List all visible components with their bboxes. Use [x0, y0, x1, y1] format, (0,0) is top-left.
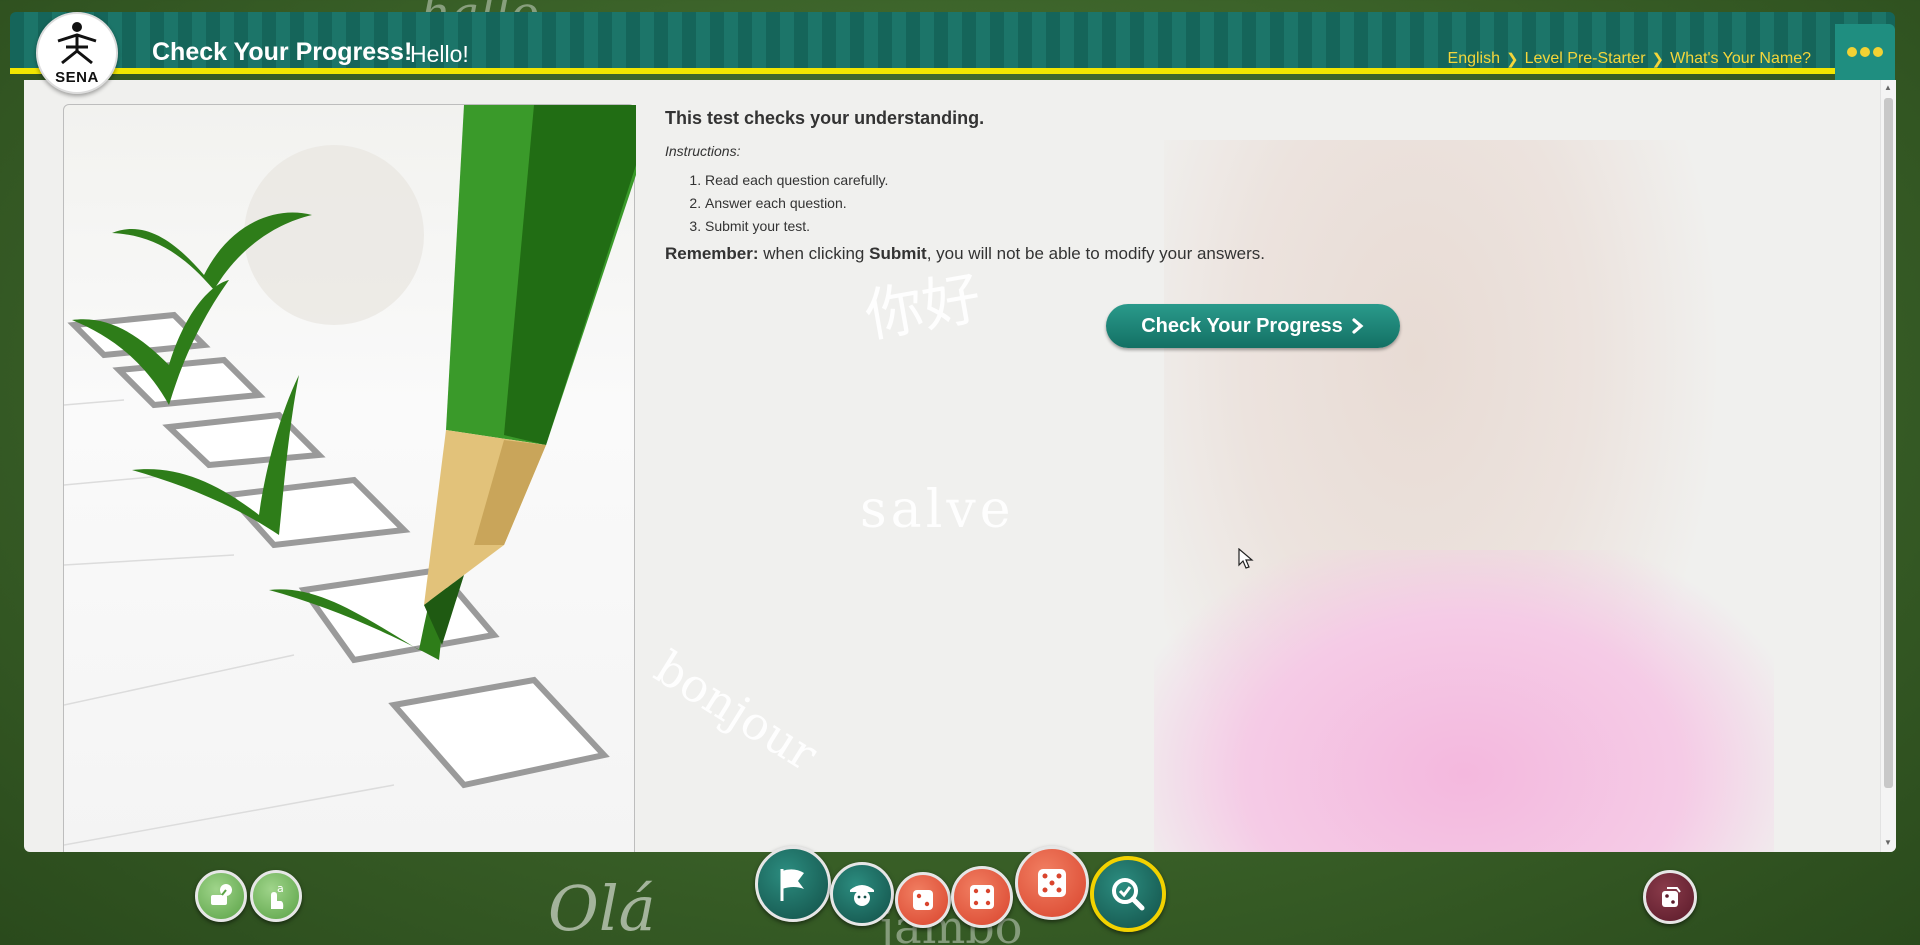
scroll-down-icon[interactable]: ▼	[1884, 838, 1892, 847]
watermark-word-nihao: 你好	[859, 263, 986, 351]
dice-box-icon	[1662, 887, 1681, 907]
dot-icon	[1847, 47, 1857, 57]
sena-logo: SENA	[36, 12, 118, 94]
flag-button[interactable]	[755, 846, 831, 922]
instruction-step: Answer each question.	[705, 192, 1465, 215]
remember-submit-word: Submit	[869, 244, 927, 263]
mouse-cursor-icon	[1238, 548, 1254, 569]
chevron-right-icon: ❯	[1506, 51, 1519, 68]
chevron-right-icon	[1352, 318, 1364, 334]
dot-icon	[1873, 47, 1883, 57]
chalk-word-ola: Olá	[548, 872, 656, 945]
logo-text: SENA	[55, 68, 99, 86]
dice-icon	[1038, 869, 1066, 897]
instructions-label: Instructions:	[665, 143, 741, 159]
student-icon	[850, 885, 874, 906]
scrollbar-thumb[interactable]	[1884, 98, 1893, 788]
scroll-up-icon[interactable]: ▲	[1884, 83, 1892, 92]
watermark-word-bonjour: bonjour	[645, 640, 827, 782]
flag-icon	[780, 869, 804, 901]
chevron-right-icon: ❯	[1651, 51, 1665, 68]
svg-text:a: a	[277, 882, 284, 895]
app-header: Check Your Progress! Hello! English ❯ Le…	[10, 12, 1895, 80]
content-panel: 你好 salve bonjour This test checks your u…	[24, 80, 1896, 852]
student-button[interactable]	[830, 862, 894, 926]
instructions-section: This test checks your understanding. Ins…	[665, 108, 1465, 264]
progress-search-icon	[1112, 878, 1145, 911]
breadcrumb-item-level[interactable]: Level Pre-Starter	[1525, 50, 1646, 68]
watermark-word-salve: salve	[860, 480, 1015, 540]
vertical-scrollbar[interactable]: ▲ ▼	[1880, 80, 1896, 852]
remember-text-1: when clicking	[758, 244, 870, 263]
page-title: Check Your Progress!	[152, 38, 413, 66]
breadcrumb: English ❯ Level Pre-Starter ❯ What's You…	[1448, 50, 1811, 68]
sena-emblem-icon	[57, 21, 97, 64]
grammar-button[interactable]	[195, 870, 247, 922]
games-button[interactable]	[1643, 870, 1697, 924]
section-heading: This test checks your understanding.	[665, 108, 985, 128]
instructions-list: Read each question carefully. Answer eac…	[705, 169, 1465, 238]
checklist-pencil-image	[63, 105, 636, 846]
progress-search-button[interactable]	[1090, 856, 1166, 932]
breadcrumb-item-lesson[interactable]: What's Your Name?	[1670, 50, 1811, 68]
dice-icon	[913, 890, 933, 910]
touch-text-icon: a	[271, 882, 284, 909]
remember-label: Remember:	[665, 244, 759, 263]
dice-icon	[970, 885, 994, 909]
grammar-icon	[211, 884, 232, 905]
dice-button-1[interactable]	[895, 872, 951, 928]
checklist-illustration	[63, 104, 636, 852]
check-your-progress-button[interactable]: Check Your Progress	[1106, 304, 1400, 348]
dot-icon	[1860, 47, 1870, 57]
touch-text-button[interactable]: a	[250, 870, 302, 922]
dice-button-2[interactable]	[951, 866, 1013, 928]
page-subtitle: Hello!	[410, 41, 469, 67]
dice-button-3[interactable]	[1015, 846, 1089, 920]
remember-text-2: , you will not be able to modify your an…	[926, 244, 1265, 263]
cta-label: Check Your Progress	[1141, 314, 1343, 337]
more-menu-button[interactable]	[1835, 24, 1895, 80]
instruction-step: Submit your test.	[705, 215, 1465, 238]
background-photo-shirt	[1154, 550, 1774, 852]
breadcrumb-item-english[interactable]: English	[1448, 50, 1500, 68]
instruction-step: Read each question carefully.	[705, 169, 1465, 192]
remember-note: Remember: when clicking Submit, you will…	[665, 244, 1465, 264]
